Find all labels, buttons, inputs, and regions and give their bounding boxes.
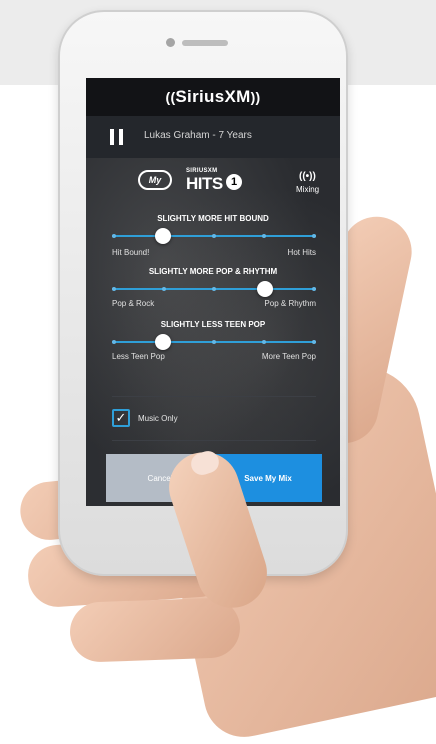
slider-knob-teen-pop[interactable] [155, 334, 171, 350]
slider-track-hit-bound[interactable] [112, 228, 316, 244]
music-only-label: Music Only [138, 414, 178, 423]
mixing-icon[interactable]: ((•)) [299, 171, 316, 182]
app-header: ((SiriusXM)) [86, 78, 340, 116]
slider-left-label: Less Teen Pop [112, 352, 165, 361]
slider-knob-hit-bound[interactable] [155, 228, 171, 244]
signal-left-icon: (( [165, 89, 176, 105]
track-title: Lukas Graham - 7 Years [144, 130, 252, 141]
mixing-label: Mixing [296, 185, 320, 194]
slider-right-label: Hot Hits [287, 248, 316, 257]
slider-title-pop-rhythm: SLIGHTLY MORE POP & RHYTHM [148, 267, 278, 276]
slider-title-hit-bound: SLIGHTLY MORE HIT BOUND [157, 214, 269, 223]
slider-track-pop-rhythm[interactable] [112, 281, 316, 297]
divider [112, 396, 316, 397]
earpiece [182, 40, 228, 46]
now-playing-bar: Lukas Graham - 7 Years [86, 116, 340, 158]
slider-title-teen-pop: SLIGHTLY LESS TEEN POP [160, 320, 266, 329]
app-screen: ((SiriusXM)) Lukas Graham - 7 Years My S… [86, 78, 340, 506]
divider [112, 440, 316, 441]
front-camera [166, 38, 175, 47]
music-only-checkbox[interactable]: ✓ [112, 409, 130, 427]
slider-left-label: Hit Bound! [112, 248, 150, 257]
my-channel-icon: My [138, 170, 172, 190]
slider-right-label: Pop & Rhythm [264, 299, 316, 308]
siriusxm-logo: ((SiriusXM)) [165, 87, 261, 106]
hand-finger-3 [69, 597, 241, 663]
slider-track-teen-pop[interactable] [112, 334, 316, 350]
channel-logos: My SIRIUSXM HITS 1 ((•)) Mixing [86, 168, 340, 198]
signal-right-icon: )) [250, 89, 261, 105]
slider-right-label: More Teen Pop [261, 352, 316, 361]
pause-button[interactable] [110, 129, 124, 145]
slider-left-label: Pop & Rock [112, 299, 155, 308]
slider-knob-pop-rhythm[interactable] [257, 281, 273, 297]
